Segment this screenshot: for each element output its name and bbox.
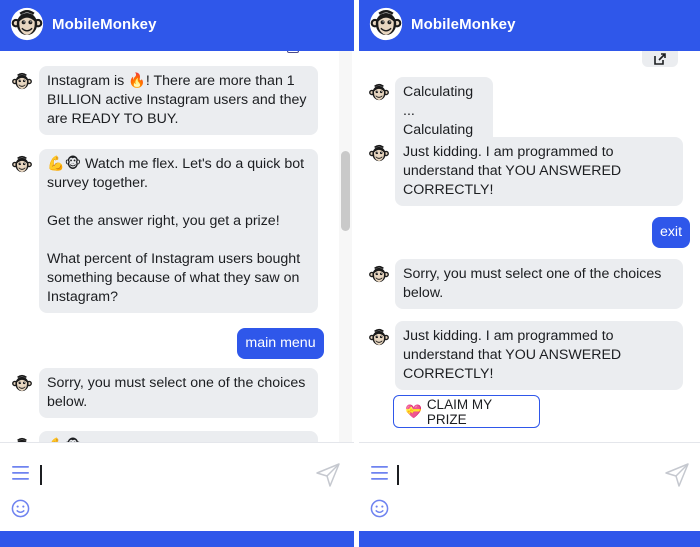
clipped-icon <box>287 51 299 53</box>
chat-widget-left: MobileMonkey Instagram is 🔥! There are m… <box>0 0 354 547</box>
bot-avatar <box>368 82 390 104</box>
message-text: Just kidding. I am programmed to underst… <box>403 328 622 382</box>
bot-message: Instagram is 🔥! There are more than 1 BI… <box>39 66 318 135</box>
message-input[interactable] <box>40 465 42 485</box>
bot-avatar <box>368 327 390 349</box>
message-input[interactable] <box>397 465 399 485</box>
chat-header: MobileMonkey <box>359 0 700 51</box>
gift-heart-icon: 💝 <box>405 403 422 419</box>
bot-message: 💪🐵 <box>39 431 318 442</box>
hamburger-menu-icon[interactable] <box>12 465 30 481</box>
chat-header: MobileMonkey <box>0 0 354 51</box>
emoji-icon[interactable] <box>370 499 389 518</box>
bot-avatar <box>368 143 390 165</box>
claim-prize-button[interactable]: 💝 CLAIM MY PRIZE <box>393 395 540 428</box>
bot-message: Just kidding. I am programmed to underst… <box>395 137 683 206</box>
bot-avatar <box>11 71 33 93</box>
message-list[interactable]: Instagram is 🔥! There are more than 1 BI… <box>0 51 354 442</box>
bot-message: Just kidding. I am programmed to underst… <box>395 321 683 390</box>
message-text: Sorry, you must select one of the choice… <box>47 375 306 410</box>
message-text: exit <box>659 224 683 240</box>
message-paragraph: What percent of Instagram users bought s… <box>47 251 301 305</box>
message-paragraph: Get the answer right, you get a prize! <box>47 213 280 229</box>
button-label: CLAIM MY PRIZE <box>426 396 492 427</box>
bot-avatar <box>11 373 33 395</box>
message-list[interactable]: Calculating ... Calculating ... Just kid… <box>359 51 700 442</box>
brand-logo <box>369 7 403 41</box>
bot-message: 💪🐵 Watch me flex. Let's do a quick bot s… <box>39 149 318 313</box>
scrollbar-track[interactable] <box>339 51 352 442</box>
bot-message: Sorry, you must select one of the choice… <box>395 259 683 309</box>
message-paragraph: 💪🐵 Watch me flex. Let's do a quick bot s… <box>47 156 305 191</box>
brand-logo <box>10 7 44 41</box>
user-message: exit <box>652 217 690 248</box>
chat-widget-right: MobileMonkey Calculating ... Calculating… <box>359 0 700 547</box>
message-composer <box>359 442 700 531</box>
scrollbar-thumb[interactable] <box>341 151 350 231</box>
bot-avatar <box>368 264 390 286</box>
message-text: Just kidding. I am programmed to underst… <box>403 144 622 198</box>
footer-bar <box>0 531 354 547</box>
message-line: Calculating ... <box>403 84 474 119</box>
external-link-icon[interactable] <box>652 51 668 67</box>
bot-message: Sorry, you must select one of the choice… <box>39 368 318 418</box>
message-composer <box>0 442 354 531</box>
footer-bar <box>359 531 700 547</box>
brand-name: MobileMonkey <box>52 16 157 33</box>
message-text: Instagram is 🔥! There are more than 1 BI… <box>47 73 307 127</box>
brand-name: MobileMonkey <box>411 16 516 33</box>
user-message: main menu <box>237 328 324 359</box>
hamburger-menu-icon[interactable] <box>371 465 389 481</box>
send-icon[interactable] <box>664 462 690 488</box>
send-icon[interactable] <box>315 462 341 488</box>
bot-avatar <box>11 154 33 176</box>
message-text: Sorry, you must select one of the choice… <box>403 266 662 301</box>
emoji-icon[interactable] <box>11 499 30 518</box>
message-text: main menu <box>245 335 316 351</box>
